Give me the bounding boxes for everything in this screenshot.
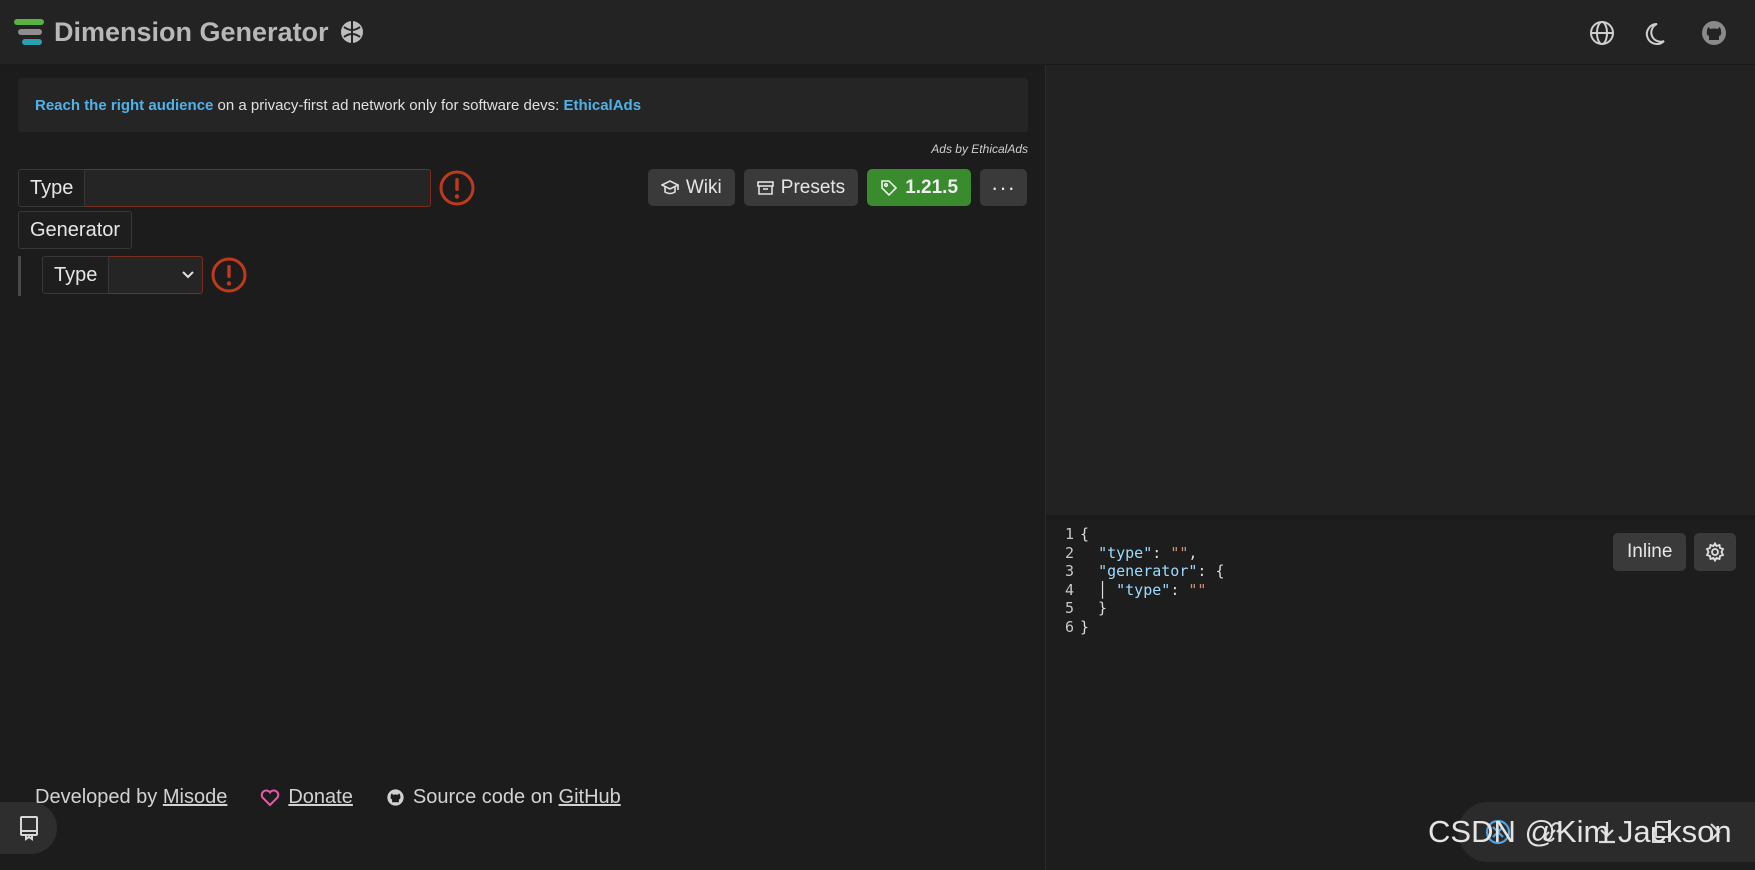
- ad-banner[interactable]: Reach the right audience on a privacy-fi…: [18, 78, 1028, 132]
- misode-link[interactable]: Misode: [163, 786, 227, 809]
- wiki-label: Wiki: [685, 176, 722, 198]
- source-code-item: Source code on GitHub: [386, 786, 621, 809]
- version-button[interactable]: 1.21.5: [867, 169, 972, 206]
- tag-icon: [881, 179, 898, 196]
- book-icon: [19, 816, 38, 841]
- code-line: 2 "type": "",: [1064, 543, 1198, 562]
- output-panel: 1{ 2 "type": "", 3 "generator": { 4 │ "t…: [1045, 65, 1755, 870]
- github-link[interactable]: GitHub: [559, 786, 621, 809]
- generator-type-label: Type: [42, 256, 110, 294]
- archive-icon: [756, 180, 774, 195]
- type-label: Type: [18, 169, 86, 207]
- donate-item: Donate: [260, 786, 353, 809]
- error-icon[interactable]: [210, 256, 248, 294]
- tree-editor-panel: Reach the right audience on a privacy-fi…: [0, 65, 1045, 870]
- code-line: 3 "generator": {: [1064, 562, 1225, 581]
- presets-label: Presets: [780, 176, 846, 198]
- more-button[interactable]: ···: [980, 169, 1027, 206]
- error-icon[interactable]: [438, 169, 476, 207]
- type-input[interactable]: [85, 169, 432, 207]
- heart-icon: [261, 789, 280, 806]
- graduation-cap-icon: [660, 179, 679, 194]
- footer: Developed by Misode Donate Source code o…: [35, 786, 654, 809]
- logo-icon[interactable]: [14, 17, 46, 47]
- chevron-down-icon: [182, 271, 195, 279]
- preview-area: [1046, 65, 1755, 515]
- ad-text: on a privacy-first ad network only for s…: [213, 96, 564, 114]
- wiki-button[interactable]: Wiki: [647, 169, 735, 206]
- side-toggle-button[interactable]: [0, 802, 57, 854]
- version-label: 1.21.5: [905, 176, 959, 198]
- gear-icon: [1705, 542, 1725, 562]
- donate-link[interactable]: Donate: [288, 786, 353, 809]
- app-header: Dimension Generator: [0, 0, 1755, 65]
- inline-button[interactable]: Inline: [1613, 533, 1687, 571]
- ad-brand-link[interactable]: EthicalAds: [564, 97, 642, 114]
- dimension-ball-icon[interactable]: [339, 19, 365, 45]
- code-line: 1{: [1064, 525, 1090, 544]
- github-icon[interactable]: [1697, 16, 1731, 50]
- ad-attribution[interactable]: Ads by EthicalAds: [931, 142, 1028, 156]
- source-prefix: Source code on: [412, 786, 559, 808]
- generator-label: Generator: [18, 211, 133, 249]
- indent-guide: [18, 256, 21, 296]
- code-line: 4 │ "type": "": [1064, 580, 1207, 599]
- github-icon: [387, 789, 404, 806]
- generator-type-select[interactable]: [109, 256, 204, 294]
- page-title[interactable]: Dimension Generator: [54, 17, 329, 48]
- developed-by: Developed by Misode: [35, 786, 227, 809]
- presets-button[interactable]: Presets: [743, 169, 859, 206]
- code-line: 6}: [1064, 617, 1090, 636]
- toolbar: Wiki Presets 1.21.5 ···: [639, 169, 1027, 206]
- generator-node: Generator: [18, 211, 133, 249]
- code-line: 5 }: [1064, 599, 1108, 618]
- type-field-row: Type: [18, 169, 476, 207]
- ad-lead-link[interactable]: Reach the right audience: [35, 97, 213, 114]
- watermark-text: CSDN @Kim Jackson: [1428, 814, 1732, 849]
- generator-type-row: Type: [42, 256, 248, 294]
- settings-button[interactable]: [1694, 533, 1736, 571]
- more-label: ···: [991, 174, 1016, 200]
- theme-moon-icon[interactable]: [1641, 16, 1675, 50]
- language-icon[interactable]: [1585, 16, 1619, 50]
- developed-prefix: Developed by: [35, 786, 163, 808]
